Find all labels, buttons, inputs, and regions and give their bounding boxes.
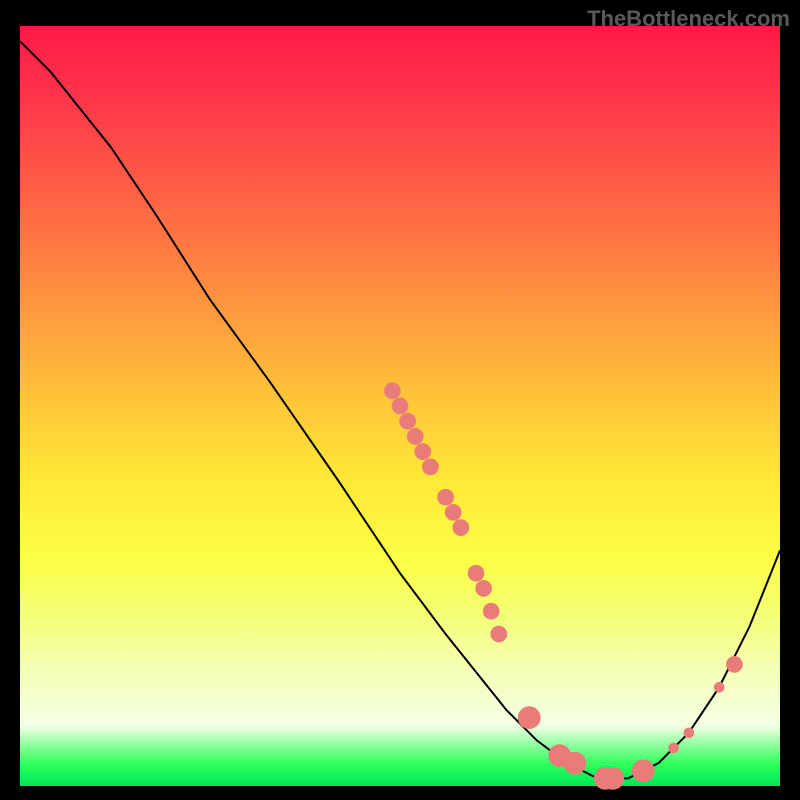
data-point bbox=[399, 413, 416, 430]
data-point bbox=[483, 603, 500, 620]
data-point bbox=[422, 458, 439, 475]
data-point bbox=[475, 580, 492, 597]
data-point bbox=[563, 752, 586, 775]
data-point bbox=[726, 656, 743, 673]
data-point bbox=[437, 489, 454, 506]
data-point bbox=[468, 565, 485, 582]
data-point bbox=[407, 428, 424, 445]
data-point bbox=[392, 398, 409, 415]
data-point bbox=[668, 743, 679, 754]
data-point bbox=[414, 443, 431, 460]
data-point bbox=[683, 727, 694, 738]
data-point bbox=[601, 767, 624, 790]
data-point bbox=[452, 519, 469, 536]
data-point bbox=[445, 504, 462, 521]
data-point bbox=[384, 382, 401, 399]
data-point bbox=[518, 706, 541, 729]
watermark-text: TheBottleneck.com bbox=[587, 6, 790, 32]
data-point bbox=[714, 682, 725, 693]
plot-area bbox=[20, 26, 780, 786]
data-point bbox=[632, 759, 655, 782]
data-point bbox=[490, 626, 507, 643]
points-layer bbox=[384, 382, 743, 789]
chart-svg bbox=[20, 26, 780, 786]
